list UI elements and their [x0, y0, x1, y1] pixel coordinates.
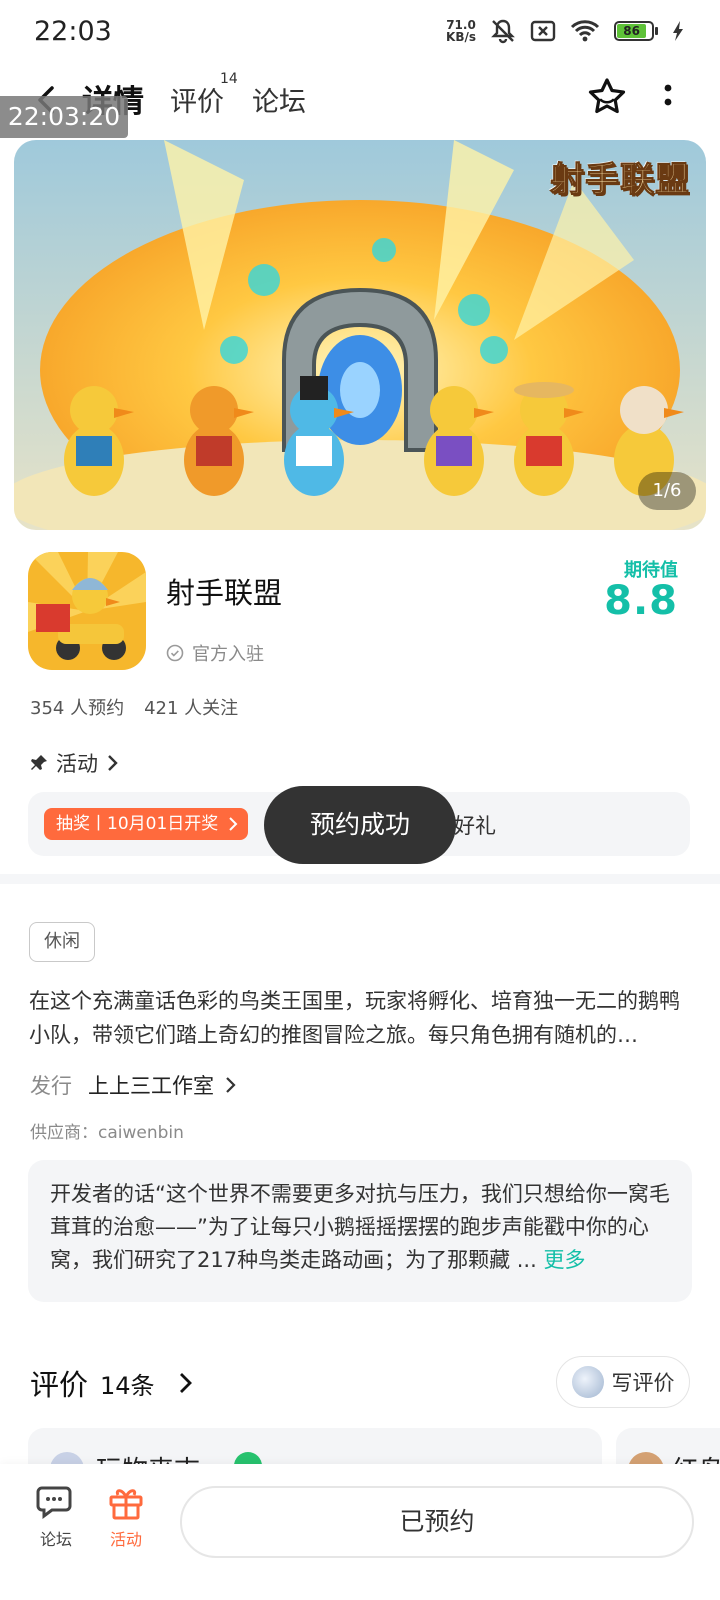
lottery-badge: 抽奖丨10月01日开奖	[44, 808, 249, 840]
write-review-button[interactable]: 写评价	[556, 1356, 690, 1408]
check-circle-icon	[166, 644, 184, 662]
publisher-name: 上上三工作室	[88, 1074, 214, 1098]
bell-muted-icon	[491, 19, 515, 44]
activity-section-label: 活动	[56, 752, 98, 776]
publisher-link[interactable]: 发行 上上三工作室	[30, 1070, 236, 1100]
charging-icon	[673, 21, 683, 41]
gift-icon	[109, 1489, 143, 1520]
game-logo: 射手联盟	[550, 160, 690, 201]
activity-nav-button[interactable]: 活动	[96, 1484, 156, 1550]
sim-off-icon	[530, 20, 556, 42]
timestamp-overlay: 22:03:20	[0, 96, 128, 138]
game-description[interactable]: 在这个充满童话色彩的鸟类王国里，玩家将孵化、培育独一无二的鹅鸭小队，带领它们踏上…	[29, 984, 693, 1052]
tab-reviews[interactable]: 评价	[170, 80, 224, 119]
genre-tag[interactable]: 休闲	[29, 922, 95, 962]
official-badge: 官方入驻	[166, 640, 264, 666]
app-icon	[28, 552, 146, 670]
app-stats: 354 人预约 421 人关注	[30, 694, 238, 720]
toast-message: 预约成功	[264, 786, 456, 864]
bottom-action-bar: 论坛 活动 已预约	[0, 1464, 720, 1600]
chevron-right-icon	[226, 1077, 236, 1093]
more-options-icon[interactable]	[656, 80, 680, 116]
chevron-right-icon	[108, 755, 118, 771]
status-icons: 71.0 KB/s 86	[446, 18, 684, 44]
game-banner[interactable]: 射手联盟 1/6	[14, 140, 706, 530]
user-avatar	[571, 1366, 604, 1398]
favorite-star-icon[interactable]	[586, 76, 628, 118]
reserved-button[interactable]: 已预约	[180, 1486, 694, 1558]
chevron-right-icon	[229, 817, 238, 831]
follower-count: 421 人关注	[144, 698, 239, 719]
supplier-info: 供应商：caiwenbin	[30, 1123, 184, 1143]
reservation-count: 354 人预约	[30, 698, 125, 719]
chevron-right-icon	[179, 1373, 192, 1393]
tab-forum[interactable]: 论坛	[252, 80, 306, 119]
review-count-badge: 14	[220, 71, 238, 87]
net-speed: 71.0 KB/s	[446, 18, 476, 44]
section-divider	[0, 874, 720, 884]
developer-note-card[interactable]: 开发者的话“这个世界不需要更多对抗与压力，我们只想给你一窝毛茸茸的治愈——”为了…	[28, 1160, 692, 1302]
banner-page-indicator: 1/6	[638, 472, 696, 510]
app-name: 射手联盟	[166, 576, 283, 610]
forum-nav-label: 论坛	[39, 1530, 72, 1549]
forum-chat-icon	[36, 1486, 72, 1519]
pin-icon	[31, 755, 47, 770]
status-bar: 22:03 71.0 KB/s 86	[0, 0, 720, 66]
status-time: 22:03	[34, 16, 112, 47]
reviews-count: 14条	[100, 1371, 155, 1400]
write-review-label: 写评价	[611, 1371, 675, 1395]
wifi-icon	[570, 20, 600, 42]
battery-icon: 86	[614, 21, 658, 41]
reviews-header[interactable]: 评价 14条	[30, 1362, 193, 1404]
forum-nav-button[interactable]: 论坛	[26, 1484, 86, 1550]
expectation-score: 8.8	[604, 578, 678, 624]
publisher-label: 发行	[30, 1074, 72, 1098]
activity-section-link[interactable]: 活动	[30, 748, 118, 778]
activity-nav-label: 活动	[109, 1530, 142, 1549]
reviews-title: 评价	[30, 1368, 89, 1402]
official-label: 官方入驻	[192, 644, 264, 665]
more-link[interactable]: 更多	[543, 1248, 585, 1272]
